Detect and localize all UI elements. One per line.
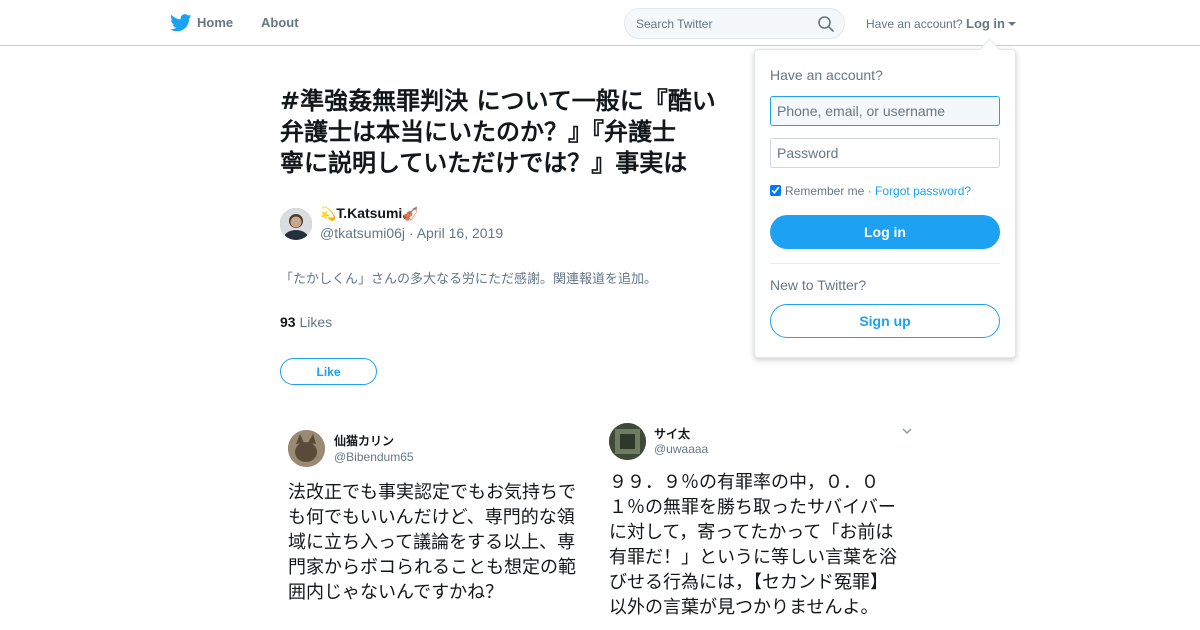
dropdown-title: Have an account?: [770, 67, 883, 83]
have-account-text: Have an account?: [866, 17, 963, 31]
cat-avatar-image: [288, 430, 325, 467]
search-icon[interactable]: [817, 15, 835, 33]
embed-author-handle: @uwaaaa: [654, 442, 709, 456]
username-field[interactable]: [770, 96, 1000, 126]
remember-me-label[interactable]: Remember me: [785, 184, 864, 198]
login-dropdown: Have an account? Remember me · Forgot pa…: [754, 49, 1016, 358]
search-box: [624, 8, 845, 39]
nav-home-link[interactable]: Home: [197, 15, 233, 30]
author-meta: @tkatsumi06j · April 16, 2019: [320, 225, 503, 241]
embed-line: に対して，寄ってたかって「お前は: [609, 522, 894, 543]
embed-line: 門家からボコられることも想定の範: [288, 557, 576, 578]
embed-line: 以外の言葉が見つかりませんよ。: [609, 597, 879, 618]
embed-avatar-image: [609, 423, 646, 460]
tweet-date[interactable]: April 16, 2019: [417, 225, 503, 241]
embed-line: １％の無罪を勝ち取ったサバイバー: [609, 497, 896, 518]
likes-count: 93 Likes: [280, 314, 332, 330]
likes-label: Likes: [299, 314, 333, 330]
like-button[interactable]: Like: [280, 358, 377, 385]
chevron-down-icon: [902, 428, 912, 434]
embed-author-name: 仙猫カリン: [334, 434, 395, 448]
embedded-tweet-image[interactable]: 仙猫カリン @Bibendum65 法改正でも事実認定でもお気持ちで も何でもい…: [280, 420, 580, 630]
nav-about-link[interactable]: About: [261, 15, 299, 30]
author-avatar[interactable]: [280, 208, 312, 240]
author-name[interactable]: 💫T.Katsumi🎻: [320, 205, 419, 222]
embed-body: ９９．９％の有罪率の中，０．０ １％の無罪を勝ち取ったサバイバー に対して，寄っ…: [609, 470, 897, 620]
login-dropdown-toggle[interactable]: Log in: [966, 16, 1016, 31]
new-to-twitter-text: New to Twitter?: [770, 277, 867, 293]
likes-number: 93: [280, 314, 296, 330]
violin-emoji-icon: 🎻: [402, 207, 419, 222]
author-handle[interactable]: @tkatsumi06j: [320, 225, 405, 241]
remember-separator: ·: [867, 184, 872, 198]
embed-line: びせる行為には，【セカンド冤罪】: [609, 572, 888, 593]
password-field[interactable]: [770, 138, 1000, 168]
login-button[interactable]: Log in: [770, 215, 1000, 249]
embed-line: ９９．９％の有罪率の中，０．０: [609, 472, 879, 493]
embed-author-name: サイ太: [654, 427, 691, 441]
embed-line: も何でもいいんだけど、専門的な領: [288, 507, 575, 528]
remember-me-checkbox[interactable]: [770, 185, 781, 196]
dropdown-divider: [770, 263, 1000, 264]
author-avatar-image: [280, 208, 312, 240]
embed-avatar: [288, 430, 325, 467]
embedded-tweet-image[interactable]: サイ太 @uwaaaa ９９．９％の有罪率の中，０．０ １％の無罪を勝ち取ったサ…: [600, 420, 920, 630]
remember-row: Remember me · Forgot password?: [770, 184, 971, 198]
caret-down-icon: [1008, 22, 1016, 26]
twitter-bird-icon[interactable]: [170, 14, 192, 32]
embed-line: 有罪だ！」というに等しい言葉を浴: [609, 547, 897, 568]
embed-avatar: [609, 423, 646, 460]
embed-body: 法改正でも事実認定でもお気持ちで も何でもいいんだけど、専門的な領 域に立ち入っ…: [288, 480, 576, 605]
forgot-password-link[interactable]: Forgot password?: [875, 184, 971, 198]
author-name-text: T.Katsumi: [336, 205, 403, 221]
embed-author-handle: @Bibendum65: [334, 450, 414, 464]
embed-line: 法改正でも事実認定でもお気持ちで: [288, 482, 576, 503]
search-input[interactable]: [636, 15, 806, 33]
login-toggle-label: Log in: [966, 16, 1005, 31]
meta-separator: ·: [408, 225, 414, 241]
signup-button[interactable]: Sign up: [770, 304, 1000, 338]
top-nav-bar: Home About Have an account? Log in: [0, 0, 1200, 46]
tweet-subtext: 「たかしくん」さんの多大なる労にただ感謝。関連報道を追加。: [280, 272, 658, 287]
embed-line: 囲内じゃないんですかね？: [288, 582, 504, 603]
embed-line: 域に立ち入って議論をする以上、専: [288, 532, 576, 553]
sparkle-emoji-icon: 💫: [320, 207, 337, 222]
